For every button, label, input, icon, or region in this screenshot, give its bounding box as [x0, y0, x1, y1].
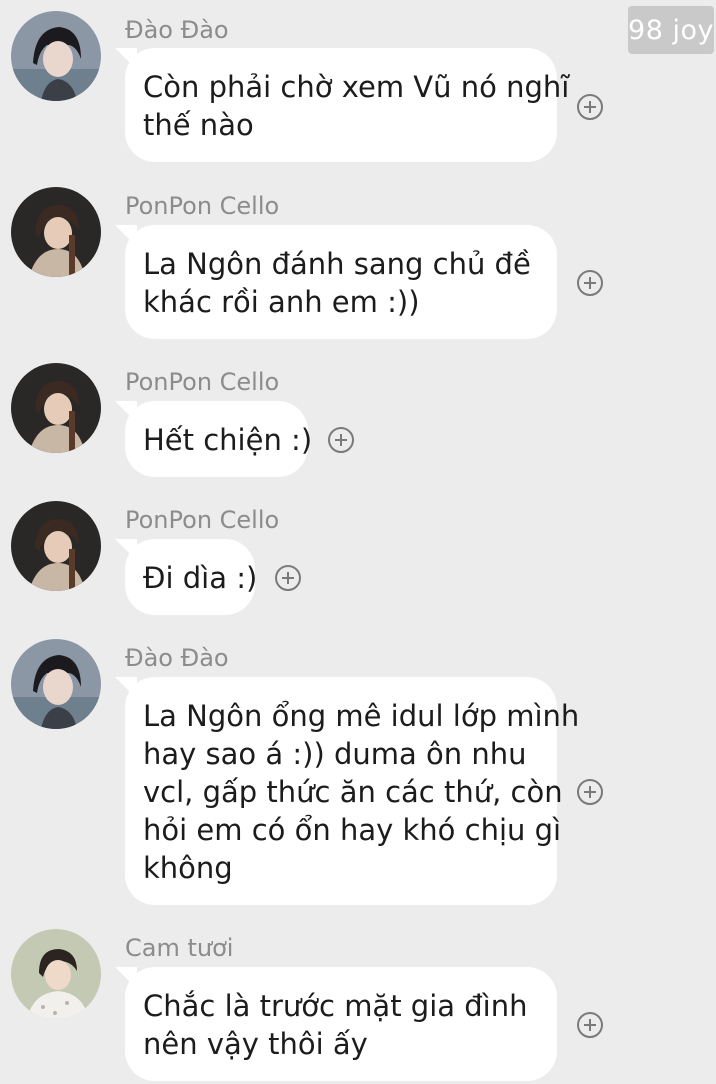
sender-name: Cam tươi: [125, 934, 234, 962]
message-text: Hết chiện :): [143, 423, 313, 457]
message-bubble[interactable]: Chắc là trước mặt gia đình nên vậy thôi …: [115, 967, 557, 1081]
message-bubble[interactable]: Đi dìa :): [115, 539, 258, 615]
message-text: vcl, gấp thức ăn các thứ, còn: [143, 775, 563, 809]
sender-name: Đào Đào: [125, 644, 229, 672]
sender-name: Đào Đào: [125, 16, 229, 44]
sender-name: PonPon Cello: [125, 368, 280, 396]
avatar[interactable]: [11, 639, 101, 729]
sender-name: PonPon Cello: [125, 506, 280, 534]
message-text: khác rồi anh em :)): [143, 285, 420, 319]
message-text: không: [143, 851, 233, 885]
message-text: La Ngôn đánh sang chủ đề: [143, 247, 531, 281]
avatar[interactable]: [11, 501, 101, 591]
message-text: nên vậy thôi ấy: [143, 1027, 368, 1061]
message-text: hay sao á :)) duma ôn nhu: [143, 737, 527, 771]
message-bubble[interactable]: La Ngôn ổng mê idul lớp mình hay sao á :…: [115, 677, 580, 905]
message-text: thế nào: [143, 108, 254, 142]
message-text: Đi dìa :): [143, 561, 258, 595]
add-reaction-icon[interactable]: [577, 779, 603, 805]
message-text: Chắc là trước mặt gia đình: [143, 989, 528, 1023]
avatar[interactable]: [11, 363, 101, 453]
message-text: La Ngôn ổng mê idul lớp mình: [143, 699, 580, 733]
watermark: 98 joy: [628, 6, 714, 54]
message-text: hỏi em có ổn hay khó chịu gì: [143, 813, 562, 847]
avatar[interactable]: [11, 187, 101, 277]
add-reaction-icon[interactable]: [577, 270, 603, 296]
message-bubble[interactable]: Hết chiện :): [115, 401, 313, 477]
add-reaction-icon[interactable]: [275, 565, 301, 591]
message-bubble[interactable]: Còn phải chờ xem Vũ nó nghĩ thế nào: [115, 48, 570, 162]
add-reaction-icon[interactable]: [328, 427, 354, 453]
add-reaction-icon[interactable]: [577, 1012, 603, 1038]
message-text: Còn phải chờ xem Vũ nó nghĩ: [143, 70, 570, 104]
add-reaction-icon[interactable]: [577, 94, 603, 120]
avatar[interactable]: [11, 11, 101, 101]
sender-name: PonPon Cello: [125, 192, 280, 220]
avatar[interactable]: [11, 929, 101, 1019]
message-bubble[interactable]: La Ngôn đánh sang chủ đề khác rồi anh em…: [115, 225, 557, 339]
